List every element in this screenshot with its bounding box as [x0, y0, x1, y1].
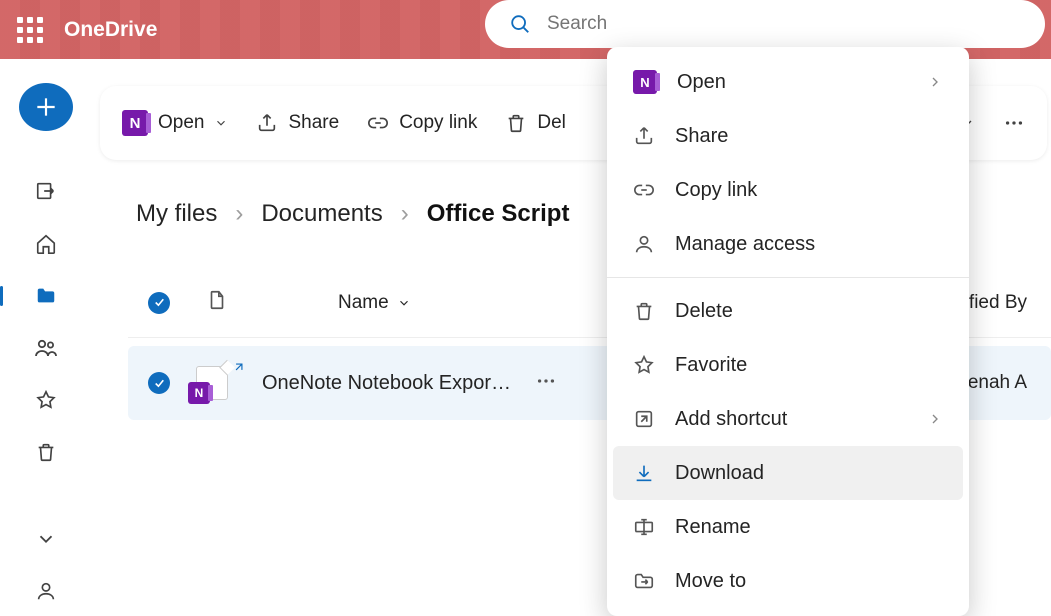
home-icon — [35, 233, 57, 255]
trash-icon — [35, 441, 57, 463]
left-nav — [0, 59, 92, 607]
more-horizontal-icon — [535, 370, 557, 392]
toolbar-delete-button[interactable]: Del — [505, 112, 566, 134]
onenote-app-icon: N — [188, 382, 210, 404]
more-horizontal-icon — [1003, 112, 1025, 134]
search-input[interactable] — [547, 13, 1021, 35]
check-icon — [153, 296, 166, 309]
nav-item-account[interactable] — [24, 575, 68, 607]
menu-item-move-to[interactable]: Move to — [613, 554, 963, 608]
link-icon — [633, 179, 655, 201]
search-bar[interactable] — [485, 0, 1045, 48]
share-icon — [256, 112, 278, 134]
person-icon — [35, 580, 57, 602]
column-header-name[interactable]: Name — [338, 292, 411, 314]
arrow-out-icon — [35, 180, 57, 202]
onenote-app-icon: N — [122, 110, 148, 136]
toolbar-open-label: Open — [158, 112, 204, 134]
people-icon — [34, 336, 58, 360]
toolbar-more-button[interactable] — [1003, 112, 1025, 134]
menu-item-open[interactable]: N Open — [613, 55, 963, 109]
chevron-right-icon: › — [401, 200, 409, 228]
share-icon — [633, 125, 655, 147]
toolbar-share-label: Share — [288, 112, 339, 134]
breadcrumb: My files › Documents › Office Script — [136, 200, 569, 228]
breadcrumb-item-current[interactable]: Office Script — [427, 200, 570, 228]
toolbar-copy-link-button[interactable]: Copy link — [367, 112, 477, 134]
nav-item-recycle-bin[interactable] — [24, 436, 68, 468]
chevron-right-icon — [927, 74, 943, 90]
trash-icon — [633, 300, 655, 322]
onenote-app-icon: N — [633, 70, 657, 94]
toolbar-share-button[interactable]: Share — [256, 112, 339, 134]
menu-separator — [607, 277, 969, 278]
menu-item-download[interactable]: Download — [613, 446, 963, 500]
menu-item-manage-access[interactable]: Manage access — [613, 217, 963, 271]
folder-icon — [35, 285, 57, 307]
nav-item-my-files[interactable] — [24, 280, 68, 312]
context-menu: N Open Share Copy link Manage access Del… — [607, 47, 969, 616]
nav-item-home[interactable] — [24, 227, 68, 259]
person-icon — [633, 233, 655, 255]
toolbar-copy-link-label: Copy link — [399, 112, 477, 134]
check-icon — [153, 377, 166, 390]
chevron-down-icon — [397, 296, 411, 310]
add-shortcut-icon — [633, 408, 655, 430]
file-name[interactable]: OneNote Notebook Expor… — [262, 372, 511, 395]
menu-item-add-shortcut[interactable]: Add shortcut — [613, 392, 963, 446]
toolbar-delete-label: Del — [537, 112, 566, 134]
star-icon — [633, 354, 655, 376]
shortcut-badge-icon — [232, 360, 246, 379]
chevron-down-icon — [214, 116, 228, 130]
move-to-icon — [633, 570, 655, 592]
link-icon — [367, 112, 389, 134]
chevron-right-icon: › — [235, 200, 243, 228]
menu-item-copy-link[interactable]: Copy link — [613, 163, 963, 217]
nav-item-favorites[interactable] — [24, 384, 68, 416]
nav-item-recent[interactable] — [24, 175, 68, 207]
column-header-modified-by[interactable]: lified By — [960, 292, 1031, 314]
trash-icon — [505, 112, 527, 134]
download-icon — [633, 462, 655, 484]
search-icon — [509, 13, 531, 35]
waffle-icon — [17, 17, 43, 43]
menu-item-delete[interactable]: Delete — [613, 284, 963, 338]
select-all-checkbox[interactable] — [148, 292, 170, 314]
add-new-button[interactable] — [19, 83, 73, 131]
document-icon — [206, 288, 228, 312]
app-launcher-button[interactable] — [8, 8, 52, 52]
menu-item-favorite[interactable]: Favorite — [613, 338, 963, 392]
breadcrumb-item-documents[interactable]: Documents — [261, 200, 382, 228]
rename-icon — [633, 516, 655, 538]
nav-item-shared[interactable] — [24, 332, 68, 364]
file-type-column-icon[interactable] — [206, 288, 228, 317]
menu-item-share[interactable]: Share — [613, 109, 963, 163]
product-name[interactable]: OneDrive — [64, 18, 157, 42]
toolbar-open-button[interactable]: N Open — [122, 110, 228, 136]
plus-icon — [33, 94, 59, 120]
star-icon — [35, 389, 57, 411]
file-type-icon: N — [196, 366, 228, 400]
row-more-button[interactable] — [535, 370, 557, 397]
chevron-down-icon — [35, 528, 57, 550]
chevron-right-icon — [927, 411, 943, 427]
menu-item-rename[interactable]: Rename — [613, 500, 963, 554]
row-select-checkbox[interactable] — [148, 372, 170, 394]
nav-collapse[interactable] — [24, 523, 68, 555]
breadcrumb-item-my-files[interactable]: My files — [136, 200, 217, 228]
